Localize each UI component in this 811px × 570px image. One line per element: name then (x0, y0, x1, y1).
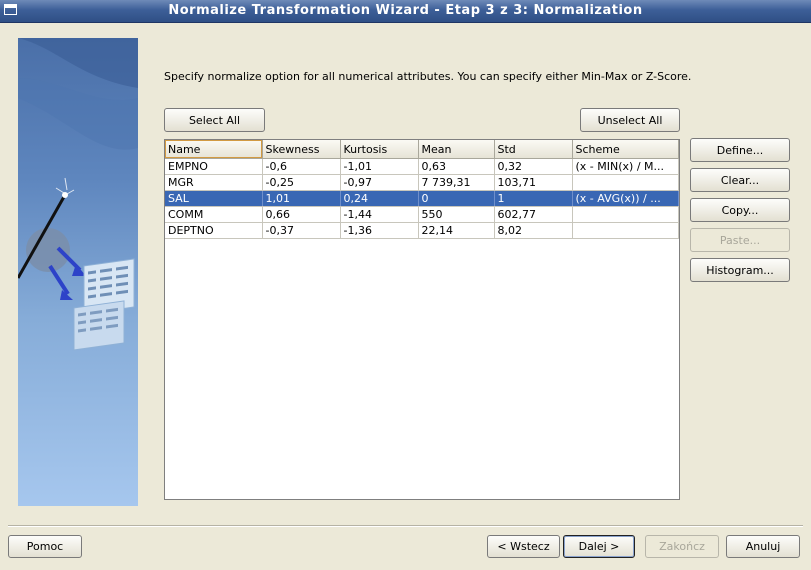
cell-mean: 0,63 (418, 158, 495, 175)
cell-name: DEPTNO (165, 222, 263, 239)
cell-skewness: -0,25 (262, 174, 341, 191)
table-row[interactable]: EMPNO -0,6 -1,01 0,63 0,32 (x - MIN(x) /… (165, 158, 679, 175)
cell-std: 8,02 (494, 222, 573, 239)
cell-kurtosis: -0,97 (340, 174, 419, 191)
cell-name: MGR (165, 174, 263, 191)
cell-mean: 0 (418, 190, 495, 207)
footer-separator (8, 525, 803, 527)
histogram-button[interactable]: Histogram... (690, 258, 790, 282)
select-all-button[interactable]: Select All (164, 108, 265, 132)
cell-std: 602,77 (494, 206, 573, 223)
wizard-side-image (18, 38, 138, 506)
table-row[interactable]: MGR -0,25 -0,97 7 739,31 103,71 (165, 174, 679, 191)
cell-skewness: -0,37 (262, 222, 341, 239)
table-row-selected[interactable]: SAL 1,01 0,24 0 1 (x - AVG(x)) / ... (165, 190, 679, 207)
cell-scheme (572, 206, 679, 223)
column-header-name[interactable]: Name (165, 140, 263, 159)
column-header-scheme[interactable]: Scheme (572, 140, 679, 159)
cell-name: EMPNO (165, 158, 263, 175)
define-button[interactable]: Define... (690, 138, 790, 162)
cell-skewness: 1,01 (262, 190, 341, 207)
instructions-text: Specify normalize option for all numeric… (164, 70, 692, 83)
copy-button[interactable]: Copy... (690, 198, 790, 222)
window-title: Normalize Transformation Wizard - Etap 3… (168, 3, 643, 18)
cell-scheme: (x - MIN(x) / M... (572, 158, 679, 175)
unselect-all-button[interactable]: Unselect All (580, 108, 680, 132)
cell-std: 0,32 (494, 158, 573, 175)
cell-skewness: 0,66 (262, 206, 341, 223)
column-header-std[interactable]: Std (494, 140, 573, 159)
cell-kurtosis: -1,01 (340, 158, 419, 175)
column-header-mean[interactable]: Mean (418, 140, 495, 159)
cell-mean: 22,14 (418, 222, 495, 239)
help-button[interactable]: Pomoc (8, 535, 82, 558)
back-button[interactable]: < Wstecz (487, 535, 560, 558)
cell-mean: 7 739,31 (418, 174, 495, 191)
table-header-row: Name Skewness Kurtosis Mean Std Scheme (165, 140, 679, 159)
cell-scheme (572, 174, 679, 191)
cell-name: SAL (165, 190, 263, 207)
table-row[interactable]: DEPTNO -0,37 -1,36 22,14 8,02 (165, 222, 679, 239)
cell-kurtosis: -1,36 (340, 222, 419, 239)
wizard-illustration-icon (18, 38, 138, 351)
next-button[interactable]: Dalej > (563, 535, 635, 558)
clear-button[interactable]: Clear... (690, 168, 790, 192)
cell-std: 1 (494, 190, 573, 207)
cell-skewness: -0,6 (262, 158, 341, 175)
cancel-button[interactable]: Anuluj (726, 535, 800, 558)
column-header-kurtosis[interactable]: Kurtosis (340, 140, 419, 159)
cell-mean: 550 (418, 206, 495, 223)
table-row[interactable]: COMM 0,66 -1,44 550 602,77 (165, 206, 679, 223)
cell-scheme (572, 222, 679, 239)
attributes-table[interactable]: Name Skewness Kurtosis Mean Std Scheme E… (164, 139, 680, 500)
cell-kurtosis: -1,44 (340, 206, 419, 223)
finish-button[interactable]: Zakończ (645, 535, 719, 558)
cell-scheme: (x - AVG(x)) / ... (572, 190, 679, 207)
column-header-skewness[interactable]: Skewness (262, 140, 341, 159)
cell-kurtosis: 0,24 (340, 190, 419, 207)
cell-std: 103,71 (494, 174, 573, 191)
title-bar[interactable]: Normalize Transformation Wizard - Etap 3… (0, 0, 811, 23)
paste-button[interactable]: Paste... (690, 228, 790, 252)
cell-name: COMM (165, 206, 263, 223)
